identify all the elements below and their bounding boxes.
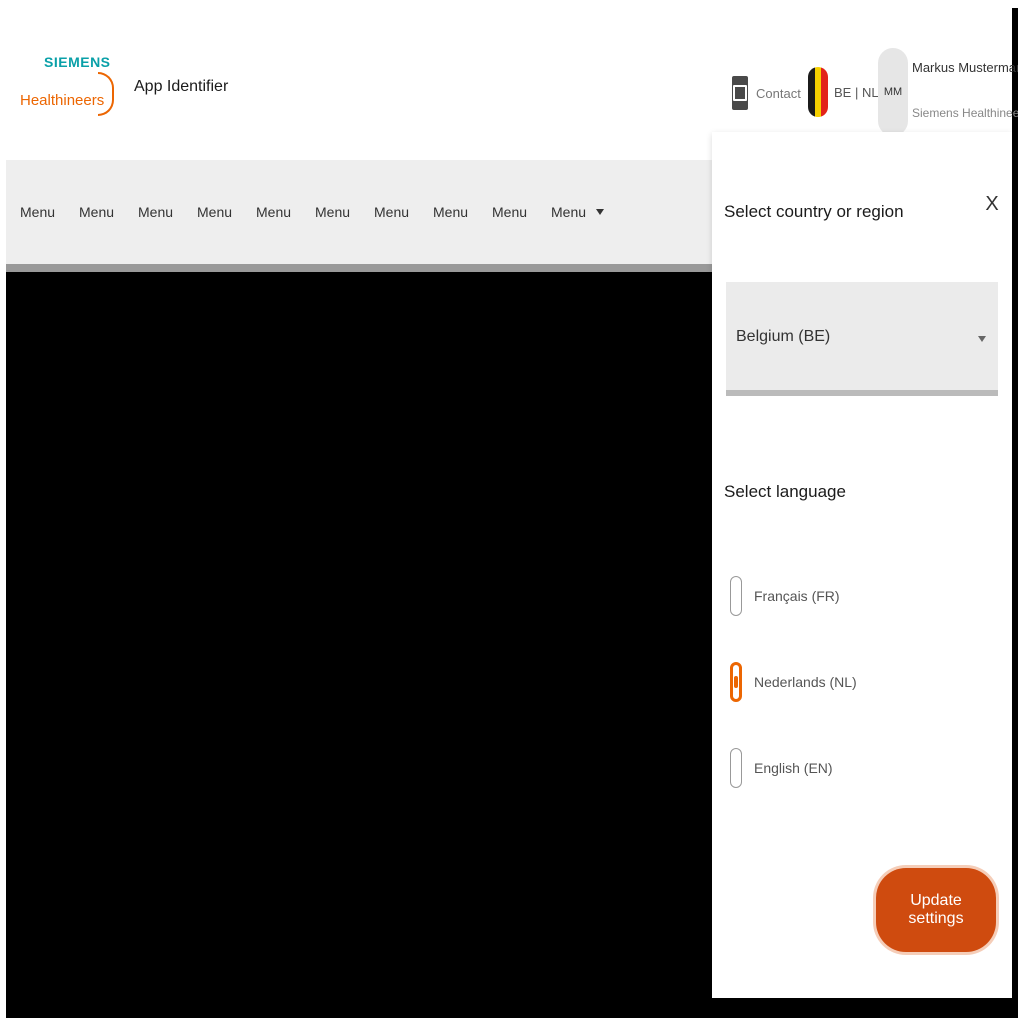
menu-item-3[interactable]: Menu	[138, 204, 173, 220]
siemens-healthineers-logo[interactable]: SIEMENS Healthineers	[16, 48, 114, 134]
avatar[interactable]: MM	[878, 48, 908, 136]
user-name[interactable]: Markus Mustermann	[912, 60, 1024, 75]
language-option-label: Français (FR)	[754, 588, 840, 604]
menu-item-label: Menu	[256, 204, 292, 220]
chevron-down-icon	[978, 336, 986, 342]
menu-item-label: Menu	[433, 204, 469, 220]
country-language-panel: Select country or region X Belgium (BE) …	[712, 132, 1012, 998]
contact-link[interactable]: Contact	[732, 74, 801, 112]
locale-label: BE | NL	[834, 84, 879, 100]
menu-item-5[interactable]: Menu	[256, 204, 291, 220]
menu-item-label: Menu	[79, 204, 115, 220]
logo-product: Healthineers	[20, 92, 105, 109]
update-settings-button[interactable]: Update settings	[876, 868, 996, 952]
chevron-down-icon	[596, 209, 605, 215]
menu-item-label: Menu	[374, 204, 410, 220]
radio-button[interactable]	[730, 576, 742, 616]
user-organization: Siemens Healthineers	[912, 106, 1024, 120]
logo-brand: SIEMENS	[44, 54, 111, 70]
language-option-fr[interactable]: Français (FR)	[730, 576, 840, 616]
contact-icon	[732, 76, 748, 110]
language-option-label: Nederlands (NL)	[754, 674, 857, 690]
menu-item-9[interactable]: Menu	[492, 204, 527, 220]
menu-item-2[interactable]: Menu	[79, 204, 114, 220]
menu-item-7[interactable]: Menu	[374, 204, 409, 220]
menu-item-6[interactable]: Menu	[315, 204, 350, 220]
menu-item-label: Menu	[138, 204, 174, 220]
language-option-label: English (EN)	[754, 760, 833, 776]
menu-item-1[interactable]: Menu	[20, 204, 55, 220]
radio-button[interactable]	[730, 748, 742, 788]
contact-label: Contact	[756, 85, 801, 101]
belgium-flag-icon	[808, 67, 828, 117]
language-option-nl[interactable]: Nederlands (NL)	[730, 662, 857, 702]
menu-item-more[interactable]: Menu	[551, 204, 605, 220]
logo-arc-icon	[98, 72, 114, 116]
app-identifier: App Identifier	[134, 78, 229, 95]
country-select[interactable]: Belgium (BE)	[726, 282, 998, 396]
close-icon[interactable]: X	[982, 186, 1002, 222]
menu-item-label: Menu	[492, 204, 528, 220]
menu-item-4[interactable]: Menu	[197, 204, 232, 220]
menu-item-label: Menu	[315, 204, 351, 220]
menu-item-8[interactable]: Menu	[433, 204, 468, 220]
radio-button-checked[interactable]	[730, 662, 742, 702]
country-select-value: Belgium (BE)	[736, 328, 831, 345]
language-option-en[interactable]: English (EN)	[730, 748, 833, 788]
panel-title: Select country or region	[724, 202, 904, 221]
main-menu-bar: Menu Menu Menu Menu Menu Menu Menu Menu …	[6, 160, 712, 272]
language-section-title: Select language	[724, 482, 846, 501]
menu-item-label: Menu	[551, 204, 587, 220]
menu-item-label: Menu	[197, 204, 233, 220]
menu-item-label: Menu	[20, 204, 56, 220]
locale-switcher[interactable]: BE | NL	[808, 66, 879, 118]
